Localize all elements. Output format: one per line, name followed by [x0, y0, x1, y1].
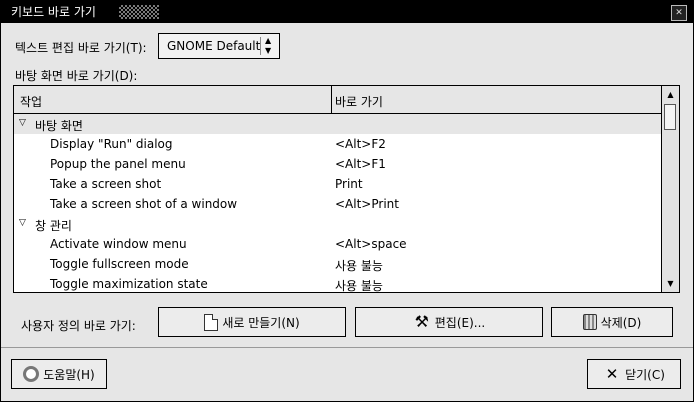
scroll-up-icon[interactable]: ▲: [663, 87, 678, 102]
header-action[interactable]: 작업: [20, 93, 42, 110]
close-button[interactable]: ✕ 닫기(C): [587, 359, 681, 389]
edit-button[interactable]: ⚒ 편집(E)...: [355, 307, 543, 337]
text-editing-label: 텍스트 편집 바로 가기(T):: [15, 41, 147, 55]
table-row[interactable]: Display "Run" dialog <Alt>F2: [14, 134, 662, 154]
header-shortcut[interactable]: 바로 가기: [335, 93, 383, 110]
window-title: 키보드 바로 가기: [11, 4, 102, 20]
x-mark-icon: ✕: [605, 365, 619, 383]
shortcut-cell: <Alt>space: [335, 237, 407, 251]
table-row[interactable]: Take a screen shot of a window <Alt>Prin…: [14, 194, 662, 214]
text-editing-value: GNOME Default: [167, 39, 261, 53]
action-cell: Display "Run" dialog: [50, 137, 173, 151]
table-row[interactable]: Toggle maximization state 사용 불능: [14, 274, 662, 293]
shortcut-cell: <Alt>Print: [335, 197, 399, 211]
edit-button-label: 편집(E)...: [434, 315, 486, 330]
text-editing-combo[interactable]: GNOME Default ▲ ▼: [158, 33, 280, 59]
title-bar[interactable]: 키보드 바로 가기 ✕: [1, 1, 693, 23]
expander-down-icon[interactable]: ▽: [19, 218, 26, 228]
tools-icon: ⚒: [414, 312, 429, 331]
shortcut-cell: Print: [335, 177, 363, 191]
action-cell: Take a screen shot: [50, 177, 162, 191]
shortcut-cell: 사용 불능: [335, 279, 383, 293]
delete-button-label: 삭제(D): [600, 315, 642, 330]
new-button[interactable]: 새로 만들기(N): [158, 307, 346, 337]
action-cell: Take a screen shot of a window: [50, 197, 238, 211]
shortcut-cell: 사용 불능: [335, 259, 383, 273]
trash-icon: [582, 314, 597, 330]
up-down-arrows-icon: ▲ ▼: [265, 36, 272, 55]
desktop-shortcuts-label: 바탕 화면 바로 가기(D):: [15, 69, 138, 83]
tree-header: 작업 바로 가기: [14, 86, 662, 114]
vertical-scrollbar[interactable]: ▲ ▼: [661, 86, 679, 292]
header-separator: [331, 86, 332, 113]
group-label: 창 관리: [35, 219, 72, 233]
table-row[interactable]: Take a screen shot Print: [14, 174, 662, 194]
table-row[interactable]: Toggle fullscreen mode 사용 불능: [14, 254, 662, 274]
group-label: 바탕 화면: [35, 119, 83, 133]
shortcuts-tree[interactable]: 작업 바로 가기 ▽ 바탕 화면 Display "Run" dialog <A…: [13, 85, 680, 293]
footer-separator: [1, 347, 693, 348]
table-row[interactable]: Popup the panel menu <Alt>F1: [14, 154, 662, 174]
help-button-label: 도움말(H): [43, 367, 95, 382]
new-button-label: 새로 만들기(N): [222, 315, 300, 330]
scrollbar-thumb[interactable]: [664, 104, 676, 130]
delete-button[interactable]: 삭제(D): [551, 307, 673, 337]
title-grip-pattern: [119, 5, 159, 19]
shortcut-cell: <Alt>F1: [335, 157, 386, 171]
help-button[interactable]: 도움말(H): [11, 359, 107, 389]
close-button-label: 닫기(C): [625, 367, 665, 382]
action-cell: Toggle fullscreen mode: [50, 257, 189, 271]
lifebuoy-icon: [23, 366, 40, 382]
combo-separator: [260, 37, 261, 55]
action-cell: Popup the panel menu: [50, 157, 186, 171]
action-cell: Activate window menu: [50, 237, 187, 251]
shortcut-cell: <Alt>F2: [335, 137, 386, 151]
group-window-management[interactable]: ▽ 창 관리: [14, 214, 662, 234]
new-document-icon: [204, 313, 219, 331]
custom-shortcuts-label: 사용자 정의 바로 가기:: [21, 319, 136, 333]
table-row[interactable]: Activate window menu <Alt>space: [14, 234, 662, 254]
expander-down-icon[interactable]: ▽: [19, 118, 26, 128]
title-close-icon[interactable]: ✕: [671, 5, 687, 21]
action-cell: Toggle maximization state: [50, 277, 208, 291]
keyboard-shortcuts-window: 키보드 바로 가기 ✕ 텍스트 편집 바로 가기(T): GNOME Defau…: [0, 0, 694, 402]
group-desktop[interactable]: ▽ 바탕 화면: [14, 114, 662, 134]
scroll-down-icon[interactable]: ▼: [663, 276, 678, 291]
